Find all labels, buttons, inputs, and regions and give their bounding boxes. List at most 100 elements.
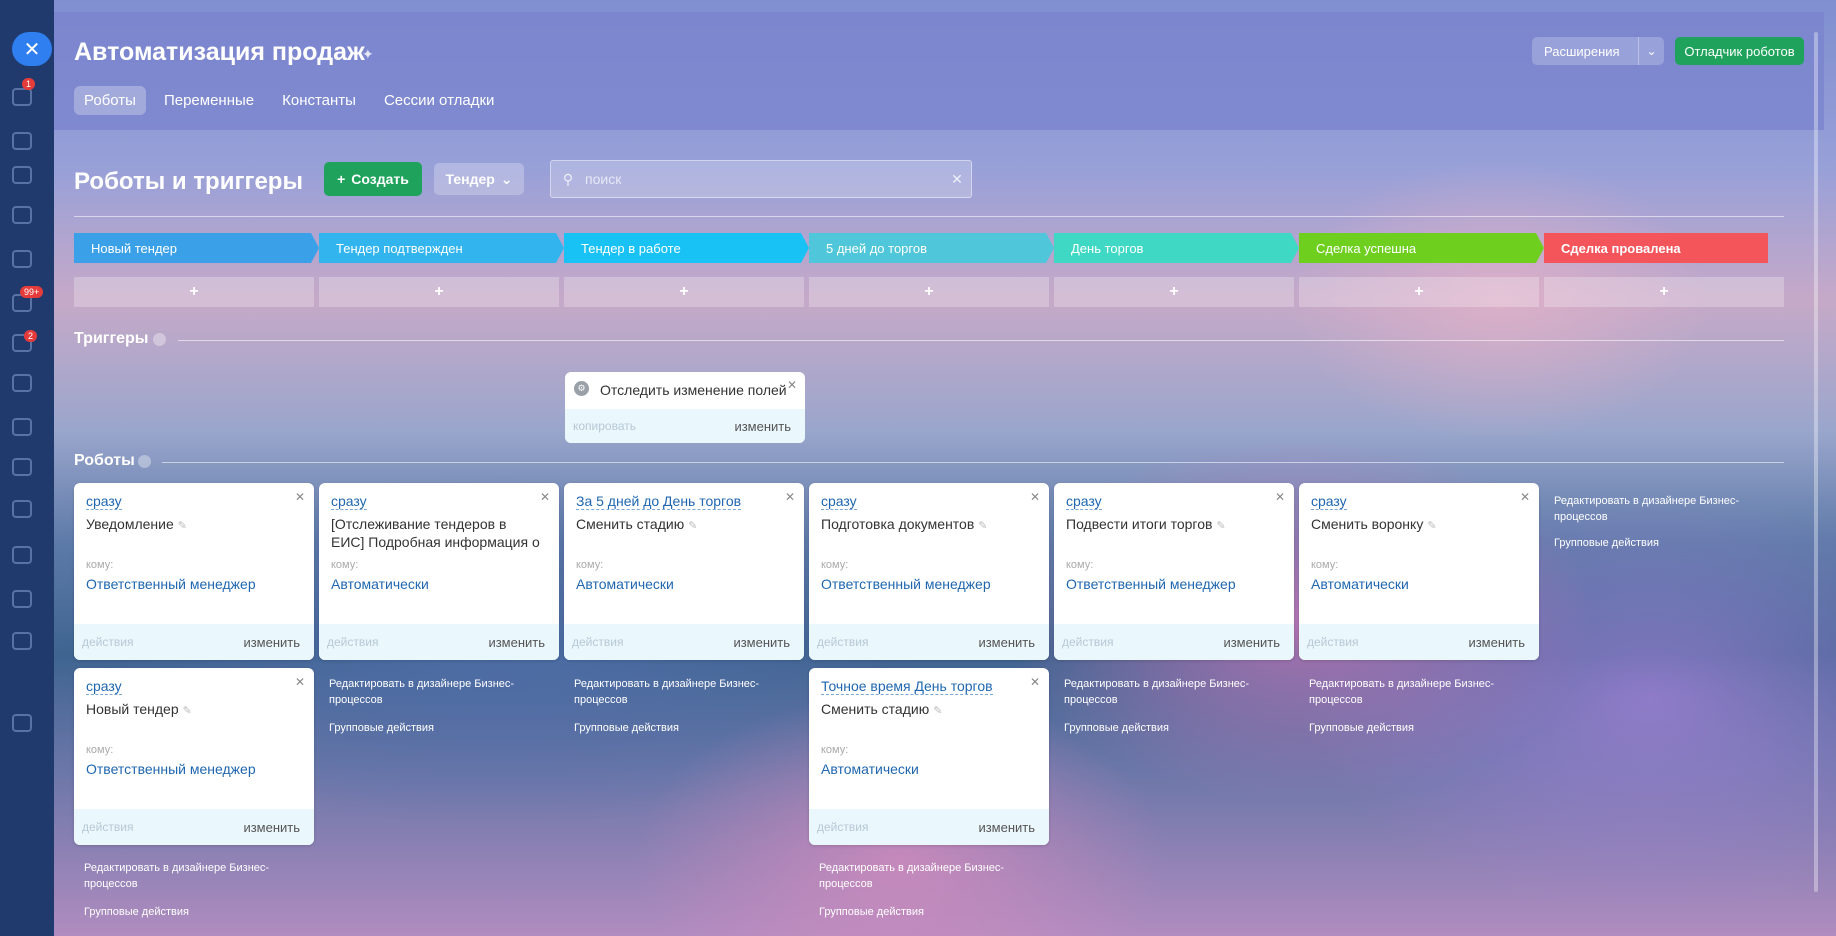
robot-recipient[interactable]: Автоматически bbox=[1311, 576, 1409, 592]
designer-link[interactable]: Редактировать в дизайнере Бизнес-процесс… bbox=[819, 860, 1019, 892]
robot-recipient[interactable]: Ответственный менеджер bbox=[1066, 576, 1236, 592]
create-button[interactable]: + Создать bbox=[324, 162, 422, 196]
robot-recipient[interactable]: Автоматически bbox=[576, 576, 674, 592]
actions-link[interactable]: действия bbox=[572, 635, 623, 649]
group-actions-link[interactable]: Групповые действия bbox=[1309, 720, 1509, 736]
robot-timing[interactable]: сразу bbox=[86, 678, 122, 695]
add-robot-stage-3[interactable]: + bbox=[564, 277, 804, 307]
designer-link[interactable]: Редактировать в дизайнере Бизнес-процесс… bbox=[329, 676, 529, 708]
close-slider-button[interactable]: ✕ bbox=[12, 32, 52, 66]
designer-link[interactable]: Редактировать в дизайнере Бизнес-процесс… bbox=[84, 860, 284, 892]
robot-timing[interactable]: сразу bbox=[821, 493, 857, 510]
group-actions-link[interactable]: Групповые действия bbox=[1064, 720, 1264, 736]
robot-recipient[interactable]: Ответственный менеджер bbox=[821, 576, 991, 592]
actions-link[interactable]: действия bbox=[1062, 635, 1113, 649]
add-robot-stage-4[interactable]: + bbox=[809, 277, 1049, 307]
calendar-icon[interactable] bbox=[12, 132, 32, 150]
robot-card[interactable]: сразу Сменить воронку ✎ ✕ кому: Автоматич… bbox=[1299, 483, 1539, 660]
edit-link[interactable]: изменить bbox=[734, 419, 791, 434]
close-icon[interactable]: ✕ bbox=[785, 490, 795, 504]
robot-card[interactable]: За 5 дней до День торгов Сменить стадию ✎… bbox=[564, 483, 804, 660]
search-input[interactable] bbox=[585, 171, 943, 187]
extensions-button[interactable]: Расширения ⌄ bbox=[1532, 37, 1664, 65]
more-icon[interactable] bbox=[12, 714, 32, 732]
robot-card[interactable]: Точное время День торгов Сменить стадию ✎… bbox=[809, 668, 1049, 845]
robot-card[interactable]: сразу Подвести итоги торгов ✎ ✕ кому: Отв… bbox=[1054, 483, 1294, 660]
actions-link[interactable]: действия bbox=[1307, 635, 1358, 649]
edit-link[interactable]: изменить bbox=[978, 635, 1035, 650]
robot-timing[interactable]: сразу bbox=[331, 493, 367, 510]
add-robot-stage-1[interactable]: + bbox=[74, 277, 314, 307]
designer-link[interactable]: Редактировать в дизайнере Бизнес-процесс… bbox=[1064, 676, 1264, 708]
robot-card[interactable]: сразу [Отслеживание тендеров в ЕИС] Подр… bbox=[319, 483, 559, 660]
edit-link[interactable]: изменить bbox=[243, 820, 300, 835]
tab-robots[interactable]: Роботы bbox=[74, 86, 146, 115]
shop-icon[interactable] bbox=[12, 250, 32, 268]
group-actions-link[interactable]: Групповые действия bbox=[1554, 535, 1754, 551]
group-actions-link[interactable]: Групповые действия bbox=[819, 904, 1019, 920]
add-robot-stage-2[interactable]: + bbox=[319, 277, 559, 307]
robot-timing[interactable]: сразу bbox=[1066, 493, 1102, 510]
actions-link[interactable]: действия bbox=[817, 635, 868, 649]
robot-card[interactable]: сразу Подготовка документов ✎ ✕ кому: Отв… bbox=[809, 483, 1049, 660]
robot-card[interactable]: сразу Новый тендер ✎ ✕ кому: Ответственны… bbox=[74, 668, 314, 845]
actions-link[interactable]: действия bbox=[327, 635, 378, 649]
tab-variables[interactable]: Переменные bbox=[154, 86, 264, 115]
close-icon[interactable]: ✕ bbox=[1030, 675, 1040, 689]
chevron-down-icon[interactable]: ⌄ bbox=[1638, 37, 1664, 65]
drive-icon[interactable] bbox=[12, 166, 32, 184]
designer-link[interactable]: Редактировать в дизайнере Бизнес-процесс… bbox=[1309, 676, 1509, 708]
close-icon[interactable]: ✕ bbox=[1520, 490, 1530, 504]
code-icon[interactable] bbox=[12, 590, 32, 608]
actions-link[interactable]: действия bbox=[82, 820, 133, 834]
trigger-card[interactable]: ⚙ Отследить изменение полей ✕ копировать… bbox=[565, 372, 805, 443]
marketing-icon[interactable] bbox=[12, 206, 32, 224]
robot-recipient[interactable]: Автоматически bbox=[821, 761, 919, 777]
designer-link[interactable]: Редактировать в дизайнере Бизнес-процесс… bbox=[1554, 493, 1754, 525]
stage-5-days[interactable]: 5 дней до торгов bbox=[809, 233, 1054, 263]
settings-icon[interactable] bbox=[12, 632, 32, 650]
close-icon[interactable]: ✕ bbox=[295, 490, 305, 504]
robot-debugger-button[interactable]: Отладчик роботов bbox=[1675, 37, 1804, 65]
mail-icon[interactable] bbox=[12, 546, 32, 564]
stage-tender-in-work[interactable]: Тендер в работе bbox=[564, 233, 809, 263]
robot-recipient[interactable]: Ответственный менеджер bbox=[86, 576, 256, 592]
group-actions-link[interactable]: Групповые действия bbox=[84, 904, 284, 920]
pipeline-select[interactable]: Тендер ⌄ bbox=[434, 163, 524, 195]
clear-search-icon[interactable]: ✕ bbox=[943, 171, 971, 188]
edit-link[interactable]: изменить bbox=[733, 635, 790, 650]
stage-deal-won[interactable]: Сделка успешна bbox=[1299, 233, 1544, 263]
stage-new-tender[interactable]: Новый тендер bbox=[74, 233, 319, 263]
tab-debug-sessions[interactable]: Сессии отладки bbox=[374, 86, 504, 115]
menu-icon[interactable] bbox=[12, 88, 32, 106]
robot-recipient[interactable]: Ответственный менеджер bbox=[86, 761, 256, 777]
tab-constants[interactable]: Константы bbox=[272, 86, 366, 115]
actions-link[interactable]: действия bbox=[817, 820, 868, 834]
edit-link[interactable]: изменить bbox=[488, 635, 545, 650]
stage-tender-confirmed[interactable]: Тендер подтвержден bbox=[319, 233, 564, 263]
add-robot-stage-5[interactable]: + bbox=[1054, 277, 1294, 307]
stage-deal-lost[interactable]: Сделка провалена bbox=[1544, 233, 1768, 263]
edit-link[interactable]: изменить bbox=[1223, 635, 1280, 650]
help-icon[interactable] bbox=[138, 455, 151, 468]
group-actions-link[interactable]: Групповые действия bbox=[329, 720, 529, 736]
copy-link[interactable]: копировать bbox=[573, 419, 636, 433]
automation-icon[interactable] bbox=[12, 458, 32, 476]
robot-timing[interactable]: сразу bbox=[1311, 493, 1347, 510]
pin-icon[interactable]: ✦ bbox=[362, 46, 374, 63]
designer-link[interactable]: Редактировать в дизайнере Бизнес-процесс… bbox=[574, 676, 774, 708]
robot-card[interactable]: сразу Уведомление ✎ ✕ кому: Ответственный… bbox=[74, 483, 314, 660]
edit-link[interactable]: изменить bbox=[978, 820, 1035, 835]
help-icon[interactable] bbox=[153, 333, 166, 346]
robot-timing[interactable]: За 5 дней до День торгов bbox=[576, 493, 742, 510]
robot-timing[interactable]: сразу bbox=[86, 493, 122, 510]
add-robot-stage-7[interactable]: + bbox=[1544, 277, 1784, 307]
edit-link[interactable]: изменить bbox=[1468, 635, 1525, 650]
group-actions-link[interactable]: Групповые действия bbox=[574, 720, 774, 736]
stage-trade-day[interactable]: День торгов bbox=[1054, 233, 1299, 263]
analytics-icon[interactable] bbox=[12, 374, 32, 392]
close-icon[interactable]: ✕ bbox=[540, 490, 550, 504]
robot-recipient[interactable]: Автоматически bbox=[331, 576, 429, 592]
close-icon[interactable]: ✕ bbox=[1275, 490, 1285, 504]
close-icon[interactable]: ✕ bbox=[787, 378, 797, 392]
